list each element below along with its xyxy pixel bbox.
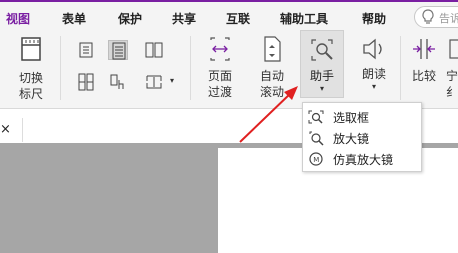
facing-page-icon <box>145 42 163 58</box>
document-tab[interactable]: × <box>0 118 23 142</box>
continuous-facing-icon <box>78 73 94 91</box>
tab-connect[interactable]: 互联 <box>226 10 250 27</box>
assistant-button[interactable]: 助手 ▾ <box>300 30 344 98</box>
magnifier-icon: M <box>309 152 323 166</box>
truncated-label: 宁 纟 <box>446 69 458 99</box>
page-split-button[interactable]: ▾ <box>144 72 182 92</box>
next-ribbon-button-truncated[interactable]: 宁 纟 <box>446 34 458 104</box>
ruler-icon <box>21 37 41 61</box>
continuous-page-icon <box>112 42 126 60</box>
split-page-icon <box>146 75 162 89</box>
chevron-down-icon: ▾ <box>170 76 175 85</box>
separate-cover-button[interactable] <box>108 72 128 92</box>
tab-accessibility-tools[interactable]: 辅助工具 <box>280 10 328 27</box>
continuous-page-button[interactable] <box>108 40 128 60</box>
facing-page-button[interactable] <box>144 40 164 60</box>
assistant-label: 助手 <box>309 69 334 83</box>
assistant-dropdown-menu: 选取框 放大镜 M 仿真放大镜 <box>302 102 422 172</box>
separator <box>400 36 401 100</box>
menu-item-marquee[interactable]: 选取框 <box>303 106 419 127</box>
tab-form[interactable]: 表单 <box>62 10 86 27</box>
chevron-down-icon: ▾ <box>371 82 376 91</box>
menu-bar: 视图 表单 保护 共享 互联 辅助工具 帮助 告诉 <box>0 0 458 33</box>
tell-me-label: 告诉 <box>439 12 458 25</box>
menu-item-label: 选取框 <box>333 111 370 125</box>
page-transition-icon <box>210 37 230 61</box>
toggle-ruler-label: 切换 标尺 <box>18 71 43 101</box>
tell-me-search[interactable]: 告诉 <box>414 6 458 28</box>
menu-item-magnifier[interactable]: M 仿真放大镜 <box>303 148 419 169</box>
lightbulb-icon <box>422 9 434 24</box>
compare-button[interactable]: 比较 <box>406 34 442 104</box>
toggle-ruler-button[interactable]: 切换 标尺 <box>8 34 54 104</box>
tab-protect[interactable]: 保护 <box>118 10 142 27</box>
document-icon <box>449 39 458 59</box>
accent-line <box>0 0 458 2</box>
page-transition-button[interactable]: 页面 过渡 <box>198 34 242 104</box>
svg-text:M: M <box>313 156 319 164</box>
cover-page-icon <box>110 74 124 89</box>
continuous-facing-button[interactable] <box>76 72 96 92</box>
menu-item-label: 放大镜 <box>333 132 370 146</box>
single-page-icon <box>79 42 93 58</box>
separator <box>60 36 61 100</box>
tab-view[interactable]: 视图 <box>3 10 33 33</box>
compare-icon <box>413 39 435 59</box>
auto-scroll-label: 自动 滚动 <box>259 69 284 99</box>
read-aloud-label: 朗读 <box>361 67 386 81</box>
ribbon: 切换 标尺 ▾ 页面 过渡 自动 滚动 助手 ▾ 朗读 ▾ 比较 宁 纟 <box>0 30 458 109</box>
separator <box>190 36 191 100</box>
loupe-icon <box>309 131 324 146</box>
tab-help[interactable]: 帮助 <box>362 10 386 27</box>
auto-scroll-icon <box>264 36 281 62</box>
marquee-zoom-icon <box>308 110 324 124</box>
page-transition-label: 页面 过渡 <box>207 69 232 99</box>
magnifier-select-icon <box>311 39 333 61</box>
read-aloud-button[interactable]: 朗读 ▾ <box>354 34 394 104</box>
auto-scroll-button[interactable]: 自动 滚动 <box>252 34 292 104</box>
chevron-down-icon: ▾ <box>319 84 324 93</box>
single-page-button[interactable] <box>76 40 96 60</box>
speaker-icon <box>363 38 382 60</box>
menu-item-loupe[interactable]: 放大镜 <box>303 127 419 148</box>
compare-label: 比较 <box>411 69 436 83</box>
menu-item-label: 仿真放大镜 <box>333 153 394 167</box>
close-icon[interactable]: × <box>0 122 11 137</box>
tab-share[interactable]: 共享 <box>172 10 196 27</box>
